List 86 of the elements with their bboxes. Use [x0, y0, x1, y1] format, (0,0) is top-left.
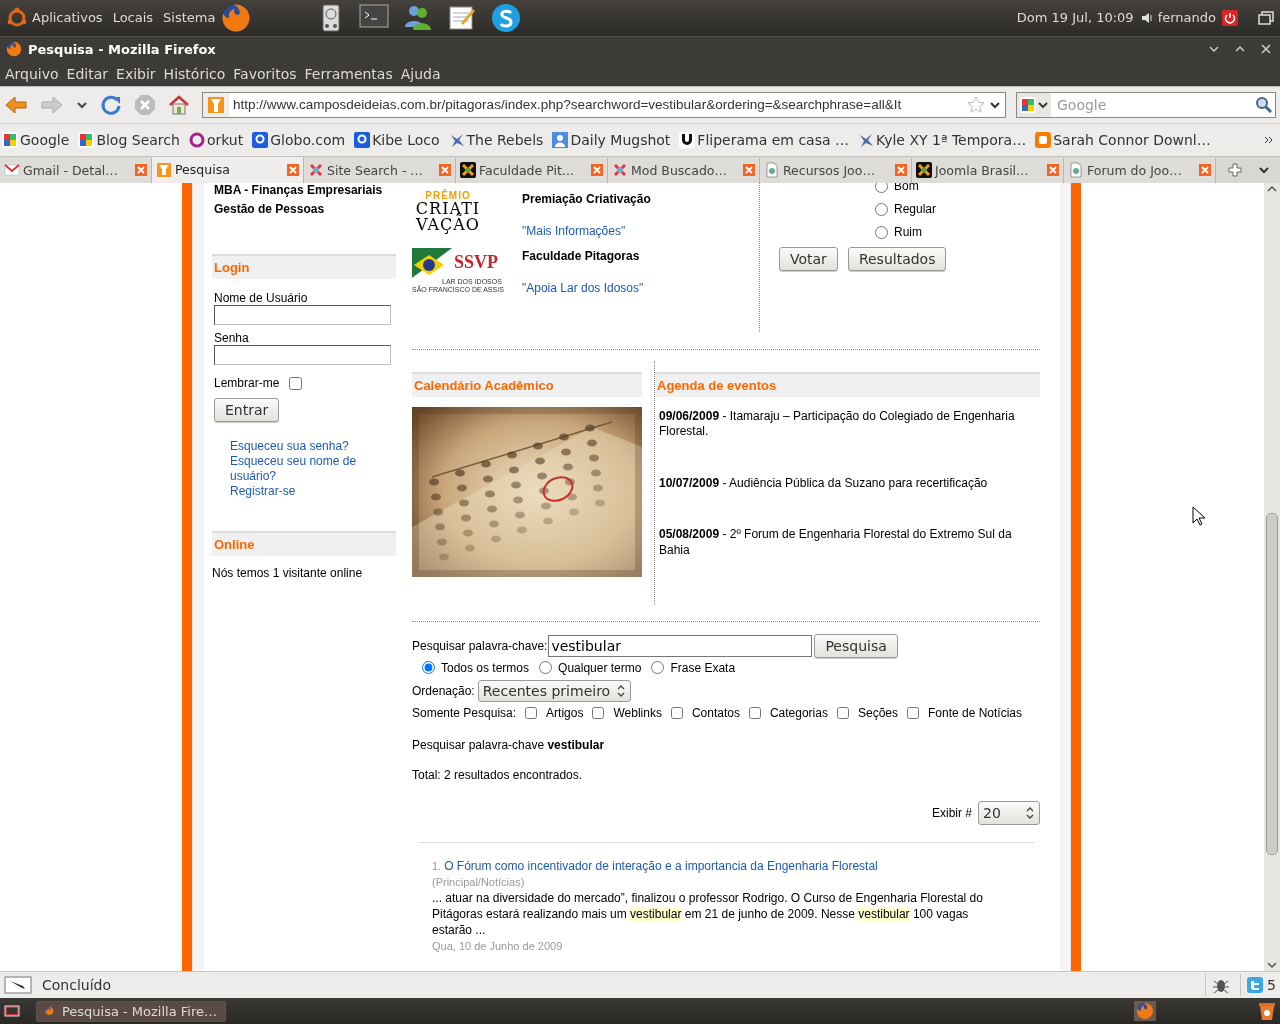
bookmark[interactable]: orkut: [188, 131, 244, 148]
result-section: (Principal/Notícias): [432, 873, 1040, 890]
status-text: Concluído: [42, 977, 111, 994]
menu-link[interactable]: Gestão de Pessoas: [214, 201, 325, 216]
tab[interactable]: Gmail - Detal…: [0, 157, 152, 183]
checkbox-label: Seções: [857, 705, 898, 720]
field-label: Lembrar-me: [214, 376, 280, 391]
register-link[interactable]: Registrar-se: [230, 483, 370, 499]
menu-item[interactable]: Ferramentas: [300, 65, 397, 82]
radio-label: Todos os termos: [441, 660, 530, 675]
radio-label: Frase Exata: [670, 660, 736, 675]
field-label: Somente Pesquisa:: [412, 705, 517, 720]
section-header: Online: [212, 530, 396, 556]
menu-item[interactable]: Ajuda: [396, 65, 445, 82]
poll-button[interactable]: Votar: [779, 246, 838, 271]
tab[interactable]: Joomla Brasil…: [912, 157, 1064, 183]
keyword-field[interactable]: vestibular: [548, 634, 813, 657]
menu-item[interactable]: Histórico: [159, 65, 230, 82]
poll-option: Regular: [894, 202, 937, 217]
search-summary: Pesquisar palavra-chave vestibular: [412, 737, 606, 752]
field-label: Exibir #: [932, 805, 972, 820]
checkbox-label: Categorias: [769, 705, 828, 720]
bookmark[interactable]: Kibe Loco: [354, 131, 440, 148]
panel-menu[interactable]: Locais: [108, 10, 158, 26]
banner-link[interactable]: "Apoia Lar dos Idosos": [522, 280, 759, 295]
tab[interactable]: Forum do Joo…: [1064, 157, 1216, 183]
tab[interactable]: Recursos Joo…: [760, 157, 912, 183]
menu-item[interactable]: Arquivo: [1, 65, 63, 82]
banner-link[interactable]: "Mais Informações": [522, 223, 759, 238]
field-label: Ordenação:: [412, 683, 475, 698]
poll-option: Ruim: [894, 225, 922, 240]
event-text: 05/08/2009 - 2º Forum de Engenharia Florestal do Extremo Sul da Bahia: [658, 527, 1013, 559]
checkbox-label: Weblinks: [613, 705, 662, 720]
taskbar-button[interactable]: Pesquisa - Mozilla Fire…: [36, 1000, 226, 1022]
field-label: Pesquisar palavra-chave:: [412, 638, 548, 653]
clock[interactable]: Dom 19 Jul, 10:09: [1012, 10, 1138, 26]
window-title: Pesquisa - Mozilla Firefox: [28, 41, 217, 57]
section-header: Calendário Acadêmico: [412, 371, 642, 397]
field-label: Nome de Usuário: [214, 290, 308, 305]
panel-menu[interactable]: Aplicativos: [28, 10, 107, 26]
tab[interactable]: Mod Buscado…: [608, 157, 760, 183]
poll-option: Bom: [894, 182, 919, 194]
checkbox-label: Artigos: [546, 705, 584, 720]
radio-label: Qualquer termo: [558, 660, 642, 675]
results-total: Total: 2 resultados encontrados.: [412, 767, 584, 782]
menu-link[interactable]: MBA - Finanças Empresariais: [214, 183, 383, 197]
panel-menu[interactable]: Sistema: [159, 10, 220, 26]
menu-item[interactable]: Editar: [62, 65, 113, 82]
bookmark[interactable]: The Rebels: [448, 131, 544, 148]
event-text: 09/06/2009 - Itamaraju – Participação do Colegiado de Engenharia Florestal.: [658, 408, 1016, 440]
search-button[interactable]: Pesquisa: [814, 633, 898, 658]
banner-title: Faculdade Pitagoras: [522, 248, 641, 263]
bookmark[interactable]: Daily Mugshot: [552, 131, 671, 148]
bookmark[interactable]: Blog Search: [78, 131, 180, 148]
forgot-link[interactable]: Esqueceu seu nome de usuário?: [230, 453, 370, 484]
online-text: Nós temos 1 visitante online: [212, 565, 363, 580]
notification-count: 5: [1267, 977, 1276, 994]
forgot-link[interactable]: Esqueceu sua senha?: [230, 438, 370, 454]
bookmark[interactable]: Globo.com: [252, 131, 346, 148]
bookmark[interactable]: Sarah Connor Downl…: [1035, 131, 1211, 148]
event-text: 10/07/2009 - Audiência Pública da Suzano para recertificação: [658, 475, 989, 492]
user-name[interactable]: fernando: [1153, 10, 1220, 26]
tab[interactable]: Site Search - …: [304, 157, 456, 183]
tab[interactable]: Pesquisa: [152, 156, 304, 183]
poll-button[interactable]: Resultados: [847, 246, 947, 271]
tab[interactable]: Faculdade Pit…: [456, 157, 608, 183]
section-header: Login: [212, 253, 396, 279]
section-header: Agenda de eventos: [655, 371, 1040, 397]
address-bar[interactable]: http://www.camposdeideias.com.br/pitagoras/index.php?searchword=vestibular&ordering=&searchphrase=all&It: [202, 91, 1006, 118]
field-label: Senha: [214, 330, 249, 345]
banner-title: Premiação Criativação: [522, 191, 652, 206]
result-date: Qua, 10 de Junho de 2009: [432, 938, 564, 954]
bookmark[interactable]: Fliperama em casa …: [679, 131, 849, 148]
bookmark[interactable]: Google: [2, 131, 70, 148]
menu-item[interactable]: Favoritos: [229, 65, 301, 82]
ordering-select[interactable]: Recentes primeiro: [477, 679, 632, 702]
checkbox-label: Contatos: [691, 705, 740, 720]
checkbox-label: Fonte de Notícias: [928, 705, 1023, 720]
login-button[interactable]: Entrar: [214, 397, 280, 422]
bookmark[interactable]: Kyle XY 1ª Tempora…: [858, 131, 1027, 148]
search-bar[interactable]: Google: [1016, 91, 1276, 118]
menu-item[interactable]: Exibir: [112, 65, 160, 82]
result-number: 1.: [432, 858, 442, 874]
result-title-link[interactable]: O Fórum como incentivador de interação e a importancia da Engenharia Florestal: [444, 857, 878, 874]
limit-select[interactable]: 20: [978, 800, 1040, 825]
result-snippet: ... atuar na diversidade do mercado”, finalizou o professor Rodrigo. O Curso de Engenharia Florestal do Pitágoras estará realizando mais um vestibular em 21 de junho de 2009. Nesse vestibular 100 vagas estarão ...: [432, 889, 984, 938]
